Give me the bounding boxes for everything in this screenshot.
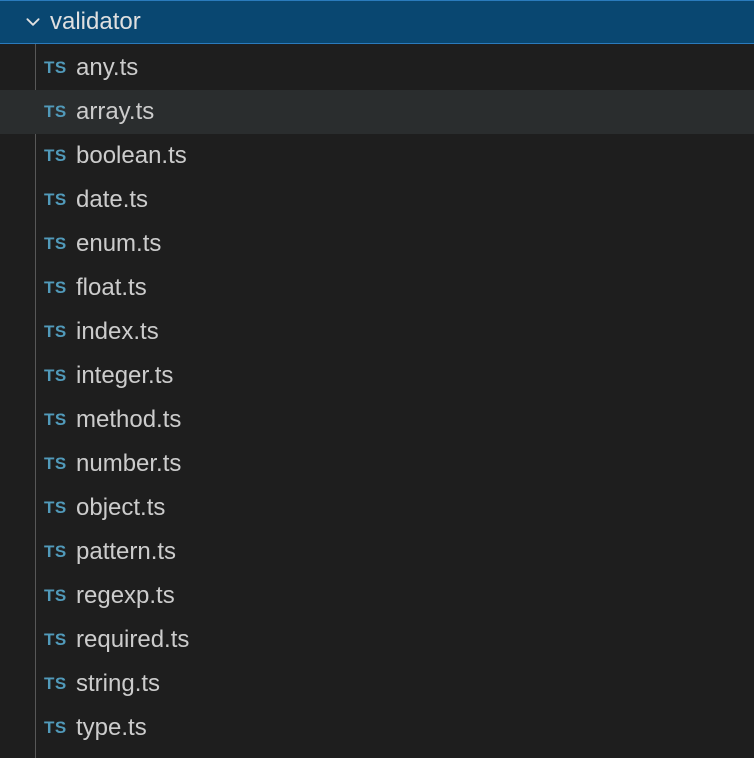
file-row[interactable]: TSdate.ts — [0, 178, 754, 222]
typescript-icon: TS — [44, 322, 72, 342]
folder-name: validator — [50, 8, 141, 36]
file-row[interactable]: TSmethod.ts — [0, 398, 754, 442]
file-row[interactable]: TSobject.ts — [0, 486, 754, 530]
file-row[interactable]: TSindex.ts — [0, 310, 754, 354]
file-name: float.ts — [76, 274, 147, 302]
file-row[interactable]: TStype.ts — [0, 706, 754, 750]
file-name: pattern.ts — [76, 538, 176, 566]
file-name: type.ts — [76, 714, 147, 742]
file-row[interactable]: TSregexp.ts — [0, 574, 754, 618]
typescript-icon: TS — [44, 234, 72, 254]
file-name: required.ts — [76, 626, 189, 654]
file-name: string.ts — [76, 670, 160, 698]
file-name: regexp.ts — [76, 582, 175, 610]
typescript-icon: TS — [44, 674, 72, 694]
file-name: any.ts — [76, 54, 138, 82]
typescript-icon: TS — [44, 718, 72, 738]
typescript-icon: TS — [44, 366, 72, 386]
file-row[interactable]: TSrequired.ts — [0, 618, 754, 662]
typescript-icon: TS — [44, 58, 72, 78]
file-name: object.ts — [76, 494, 165, 522]
typescript-icon: TS — [44, 542, 72, 562]
typescript-icon: TS — [44, 146, 72, 166]
file-name: array.ts — [76, 98, 154, 126]
file-row[interactable]: TSarray.ts — [0, 90, 754, 134]
file-row[interactable]: TSinteger.ts — [0, 354, 754, 398]
typescript-icon: TS — [44, 102, 72, 122]
file-name: number.ts — [76, 450, 181, 478]
typescript-icon: TS — [44, 454, 72, 474]
file-name: integer.ts — [76, 362, 173, 390]
file-name: boolean.ts — [76, 142, 187, 170]
typescript-icon: TS — [44, 278, 72, 298]
file-name: date.ts — [76, 186, 148, 214]
file-list: TSany.tsTSarray.tsTSboolean.tsTSdate.tsT… — [0, 44, 754, 758]
typescript-icon: TS — [44, 498, 72, 518]
file-row[interactable]: TSboolean.ts — [0, 134, 754, 178]
file-row[interactable]: TSany.ts — [0, 46, 754, 90]
file-name: method.ts — [76, 406, 181, 434]
typescript-icon: TS — [44, 190, 72, 210]
file-explorer: validator TSany.tsTSarray.tsTSboolean.ts… — [0, 0, 754, 758]
typescript-icon: TS — [44, 410, 72, 430]
file-row[interactable]: TSnumber.ts — [0, 442, 754, 486]
file-name: index.ts — [76, 318, 159, 346]
file-name: enum.ts — [76, 230, 161, 258]
file-row[interactable]: TSfloat.ts — [0, 266, 754, 310]
file-row[interactable]: TSenum.ts — [0, 222, 754, 266]
folder-header[interactable]: validator — [0, 0, 754, 44]
chevron-down-icon — [22, 11, 44, 33]
file-row[interactable]: TSstring.ts — [0, 662, 754, 706]
file-row[interactable]: TSpattern.ts — [0, 530, 754, 574]
typescript-icon: TS — [44, 630, 72, 650]
typescript-icon: TS — [44, 586, 72, 606]
